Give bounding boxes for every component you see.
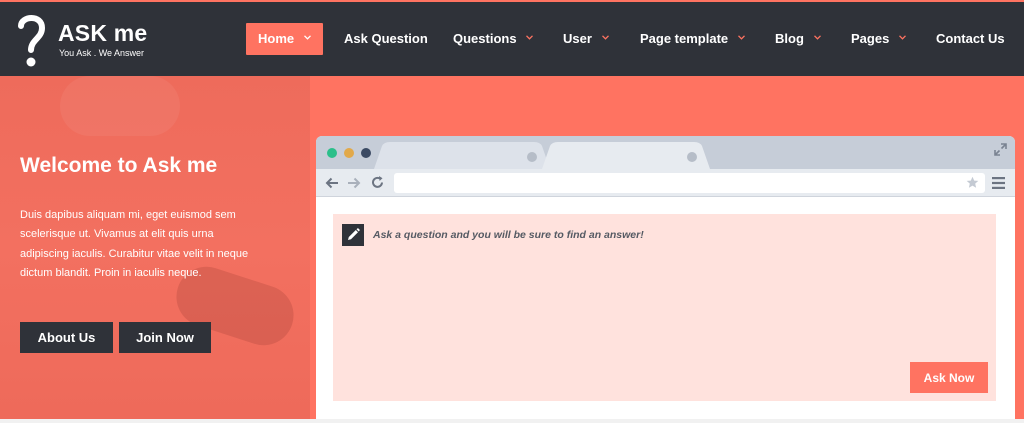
nav-item-user[interactable]: User [563,23,609,55]
hero-title: Welcome to Ask me [20,154,218,177]
browser-tab-bar [316,136,1015,169]
page-divider [0,419,1024,423]
browser-mockup: Ask a question and you will be sure to f… [316,136,1015,423]
browser-toolbar [316,169,1015,197]
arrow-left-icon[interactable] [325,176,339,190]
chevron-down-icon [813,35,821,40]
nav-item-blog[interactable]: Blog [775,23,821,55]
site-logo[interactable]: ASK me You Ask . We Answer [16,14,166,68]
nav-item-label: Home [258,31,295,46]
nav-item-ask-question[interactable]: Ask Question [344,23,428,55]
arrow-right-icon[interactable] [347,176,361,190]
site-header: ASK me You Ask . We Answer Home Ask Ques… [0,0,1024,76]
edit-badge [342,224,364,246]
brand-tagline: You Ask . We Answer [59,48,145,58]
window-dot-yellow [344,148,354,158]
chevron-down-icon [526,35,534,40]
nav-item-label: User [563,31,592,46]
question-mark-logo-icon [18,15,46,67]
nav-item-contact-us[interactable]: Contact Us [936,23,1005,55]
hero-description: Duis dapibus aliquam mi, eget euismod se… [20,209,249,280]
ask-now-button[interactable]: Ask Now [910,362,988,393]
chevron-down-icon [737,35,745,40]
nav-item-label: Questions [453,31,517,46]
hamburger-menu-icon[interactable] [992,177,1005,189]
ask-question-prompt: Ask a question and you will be sure to f… [373,229,644,241]
about-us-button[interactable]: About Us [20,322,113,353]
expand-icon[interactable] [994,143,1007,156]
address-bar[interactable] [394,173,985,193]
browser-content: Ask a question and you will be sure to f… [316,198,1015,423]
nav-item-pages[interactable]: Pages [851,23,906,55]
star-icon[interactable] [966,176,979,189]
window-dot-navy [361,148,371,158]
nav-item-page-template[interactable]: Page template [640,23,745,55]
brand-name: ASK me [58,20,148,46]
nav-item-label: Ask Question [344,31,428,46]
nav-item-label: Blog [775,31,804,46]
nav-item-label: Page template [640,31,729,46]
browser-tabs [374,142,710,169]
chevron-down-icon [303,35,311,40]
nav-item-label: Contact Us [936,31,1005,46]
nav-item-home[interactable]: Home [246,23,323,55]
pencil-icon [348,228,360,240]
hero-photo-shape [60,76,180,136]
ask-question-panel[interactable]: Ask a question and you will be sure to f… [333,214,996,401]
join-now-button[interactable]: Join Now [119,322,211,353]
chevron-down-icon [898,35,906,40]
chevron-down-icon [601,35,609,40]
window-dot-green [327,148,337,158]
nav-item-questions[interactable]: Questions [453,23,534,55]
nav-item-label: Pages [851,31,890,46]
reload-icon[interactable] [370,175,385,190]
